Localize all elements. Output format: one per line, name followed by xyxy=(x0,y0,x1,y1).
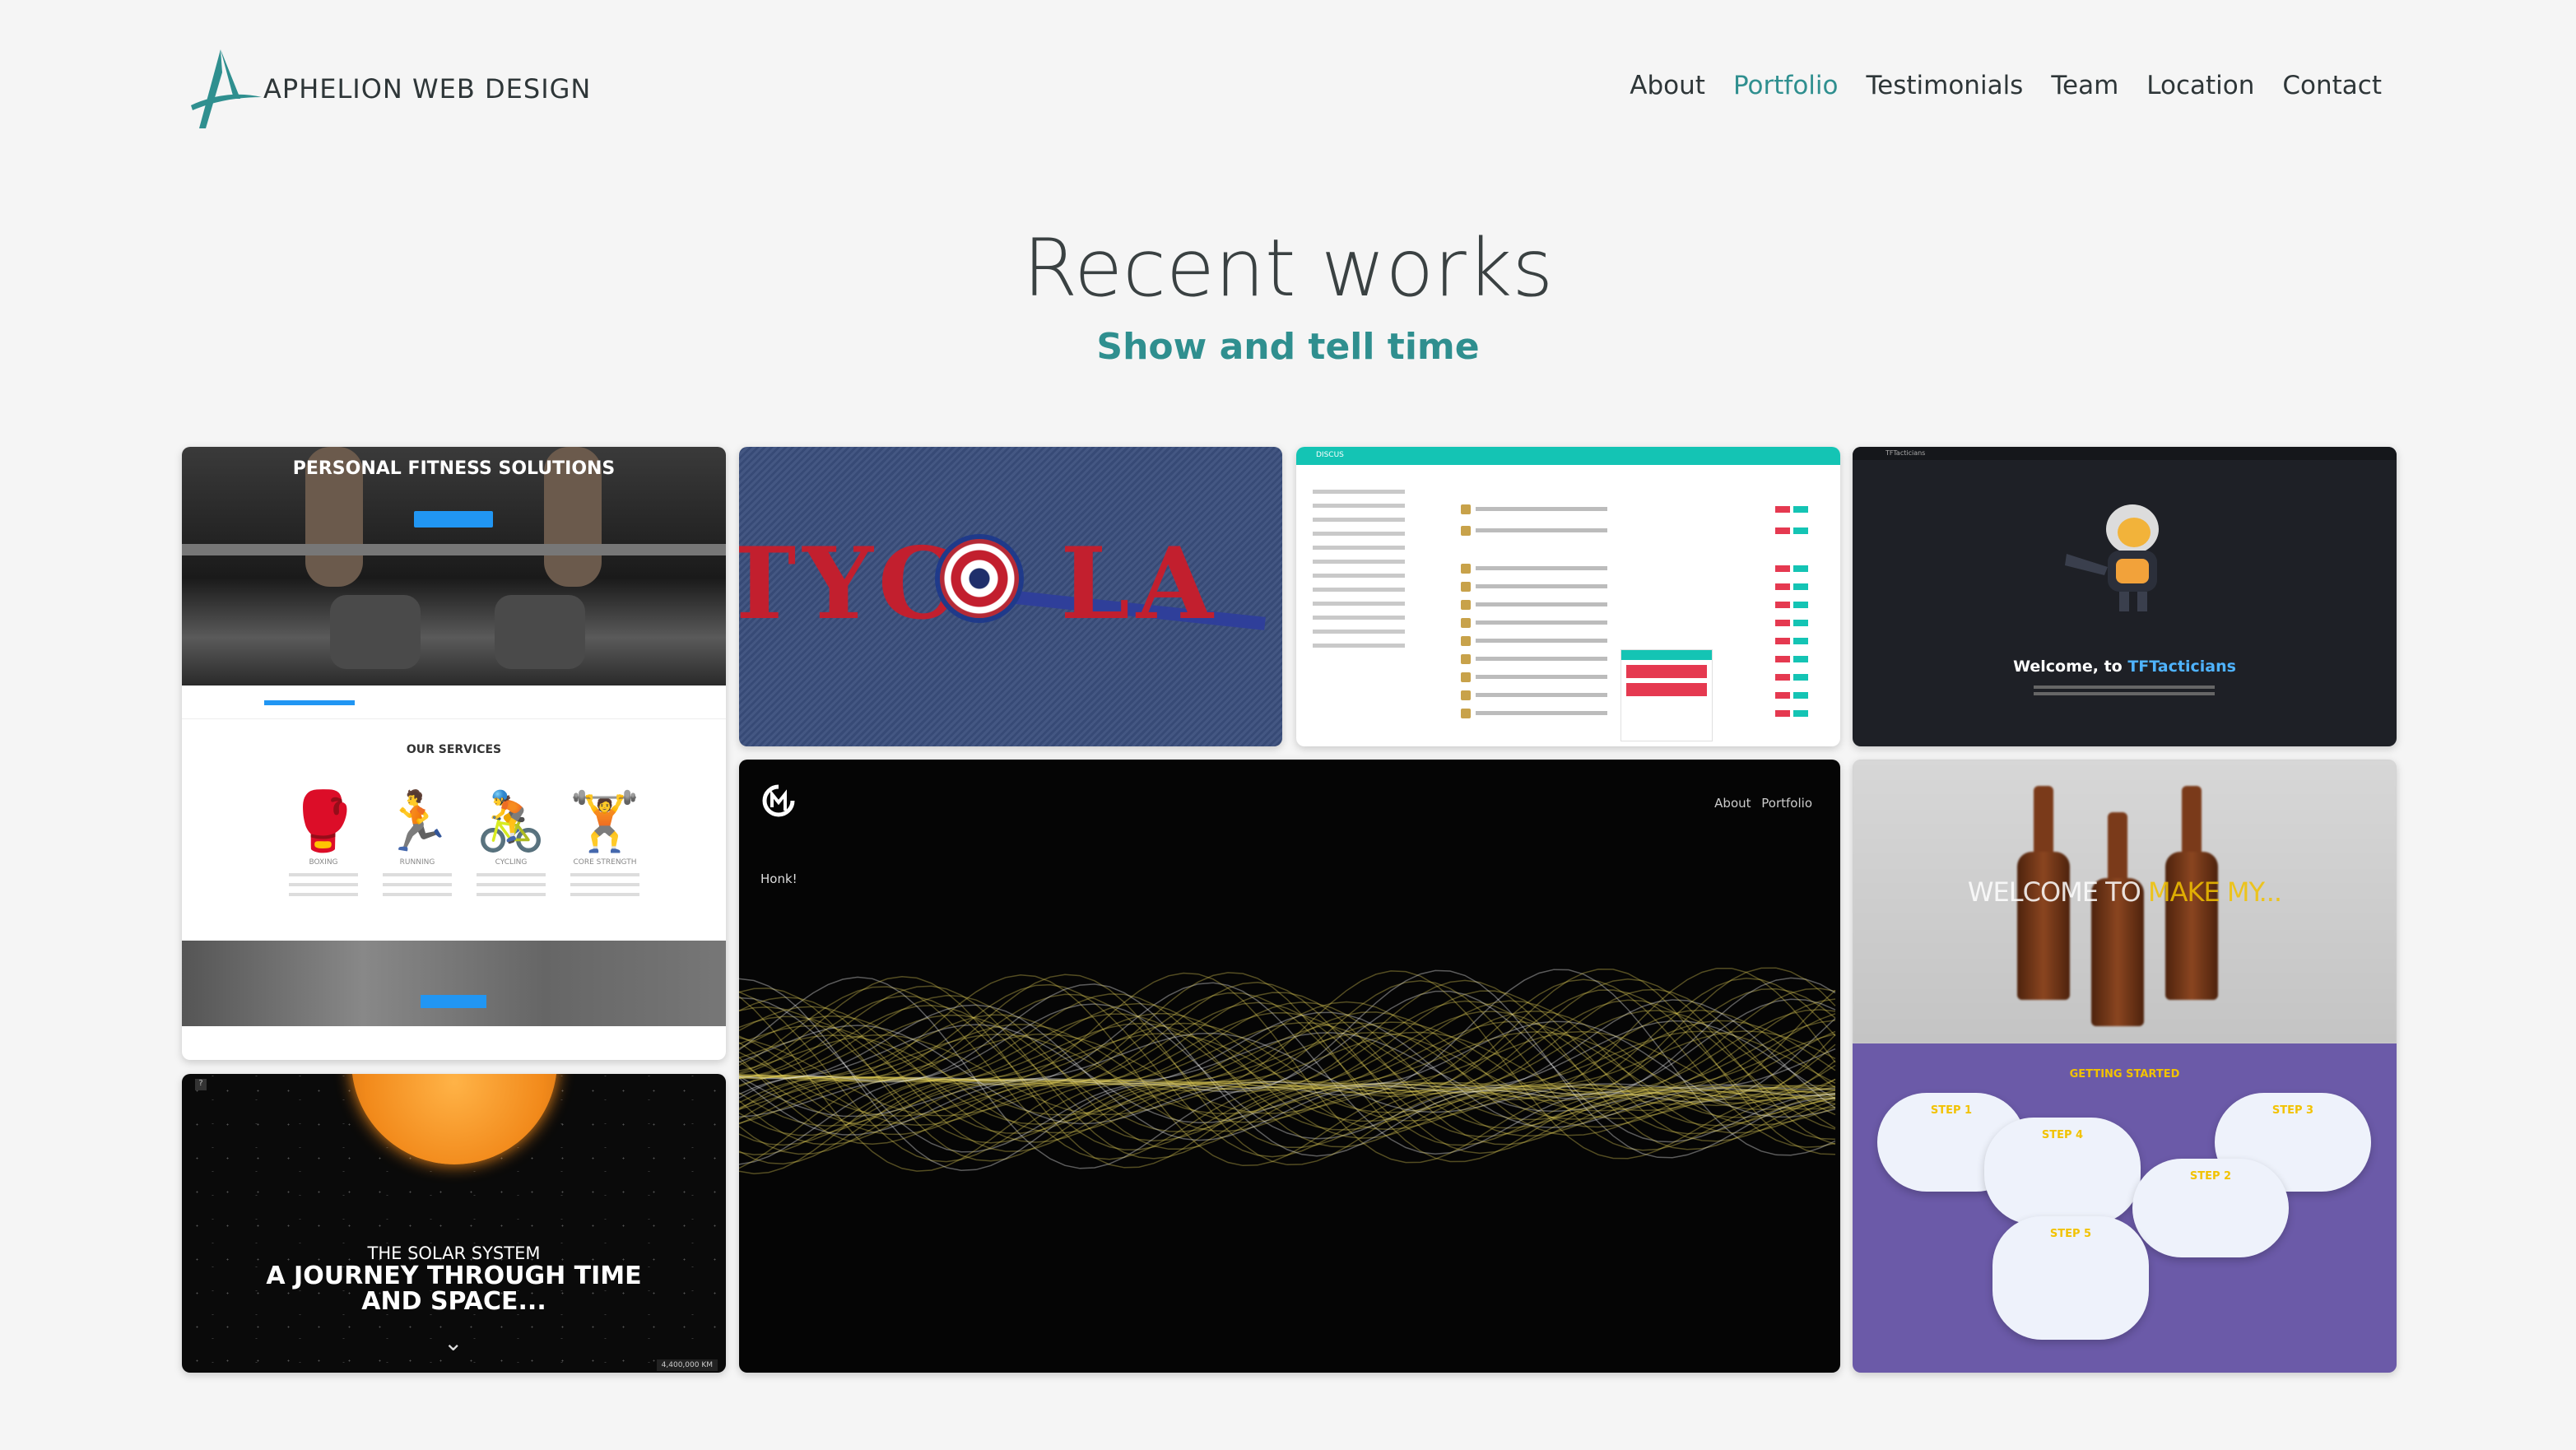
boxing-icon: 🥊 xyxy=(287,788,360,855)
solar-distance: 4,400,000 KM xyxy=(656,1359,718,1371)
main-nav: About Portfolio Testimonials Team Locati… xyxy=(1630,71,2382,100)
fitness-hero-title: PERSONAL FITNESS SOLUTIONS xyxy=(292,458,616,479)
beer-getting-started: GETTING STARTED STEP 1 STEP 4 STEP 3 STE… xyxy=(1853,1043,2397,1373)
nav-location[interactable]: Location xyxy=(2146,71,2254,100)
discus-popup xyxy=(1620,649,1713,741)
nav-about[interactable]: About xyxy=(1630,71,1705,100)
service-cycling: 🚴 CYCLING xyxy=(472,784,551,949)
getting-started-heading: GETTING STARTED xyxy=(2069,1068,2180,1081)
nav-contact[interactable]: Contact xyxy=(2282,71,2382,100)
running-icon: 🏃 xyxy=(381,788,453,855)
fitness-cta-band xyxy=(182,941,726,1026)
weightlifting-icon: 🏋 xyxy=(569,788,641,855)
tft-topbar: TFTacticians xyxy=(1853,447,2397,460)
portfolio-tile-make-my-beer[interactable]: WELCOME TO MAKE MY... GETTING STARTED ST… xyxy=(1853,760,2397,1373)
step-cloud: STEP 5 xyxy=(1992,1216,2149,1340)
discus-sidebar xyxy=(1313,480,1428,727)
nav-team[interactable]: Team xyxy=(2051,71,2118,100)
target-icon xyxy=(940,539,1019,618)
service-running: 🏃 RUNNING xyxy=(378,784,457,949)
nav-testimonials[interactable]: Testimonials xyxy=(1866,71,2023,100)
fitness-hero-image: PERSONAL FITNESS SOLUTIONS xyxy=(182,447,726,685)
bottle-image xyxy=(2091,812,2144,1026)
portfolio-tile-fitness[interactable]: PERSONAL FITNESS SOLUTIONS OUR SERVICES … xyxy=(182,447,726,1060)
brand-name: APHELION WEB DESIGN xyxy=(263,73,592,105)
robot-mascot-icon xyxy=(2065,504,2159,611)
wave-caption: Honk! xyxy=(760,871,797,886)
portfolio-tile-waves[interactable]: About Portfolio Honk! xyxy=(739,760,1840,1373)
step-cloud: STEP 2 xyxy=(2132,1159,2289,1257)
service-boxing: 🥊 BOXING xyxy=(284,784,363,949)
solar-title: A JOURNEY THROUGH TIME AND SPACE... xyxy=(266,1262,642,1316)
portfolio-tile-discus[interactable]: DISCUS xyxy=(1296,447,1840,746)
wave-site-logo-icon xyxy=(762,784,795,817)
fitness-services-heading: OUR SERVICES xyxy=(406,743,502,756)
section-subtitle: Show and tell time xyxy=(1096,326,1480,368)
fitness-contact-button xyxy=(414,511,493,527)
step-cloud: STEP 4 xyxy=(1984,1118,2141,1225)
portfolio-tile-solar-system[interactable]: ? THE SOLAR SYSTEM A JOURNEY THROUGH TIM… xyxy=(182,1074,726,1373)
wave-visualization xyxy=(739,967,1836,1174)
portfolio-tile-tycola[interactable]: TYC LA xyxy=(739,447,1282,746)
site-header: APHELION WEB DESIGN About Portfolio Test… xyxy=(0,0,2576,165)
wave-site-nav: About Portfolio xyxy=(1714,796,1812,811)
solar-subtitle: THE SOLAR SYSTEM xyxy=(367,1243,541,1263)
fitness-navbar xyxy=(182,694,726,719)
scroll-down-icon: ⌄ xyxy=(444,1329,463,1356)
help-icon: ? xyxy=(195,1079,207,1090)
aphelion-logo-icon xyxy=(191,49,262,128)
discus-topbar: DISCUS xyxy=(1296,447,1840,465)
portfolio-tile-tftacticians[interactable]: TFTacticians Welcome, to TFTacticians xyxy=(1853,447,2397,746)
tft-welcome-heading: Welcome, to TFTacticians xyxy=(2013,658,2236,676)
beer-welcome-title: WELCOME TO MAKE MY... xyxy=(1967,876,2282,908)
brand-logo[interactable]: APHELION WEB DESIGN xyxy=(183,48,591,133)
nav-portfolio[interactable]: Portfolio xyxy=(1733,71,1839,100)
cycling-icon: 🚴 xyxy=(475,788,547,855)
section-title: Recent works xyxy=(1022,222,1554,314)
service-core-strength: 🏋 CORE STRENGTH xyxy=(565,784,644,949)
